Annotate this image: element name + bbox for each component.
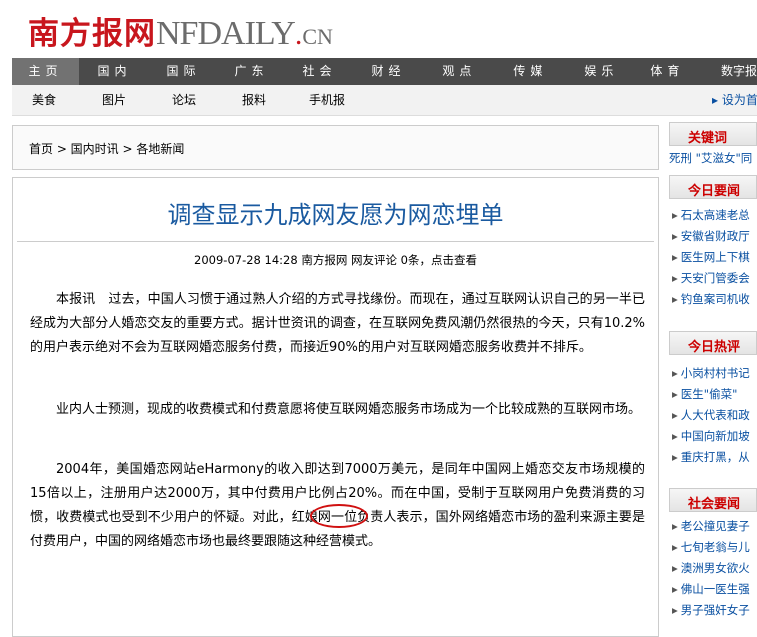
- list-item[interactable]: ▸ 中国向新加坡: [669, 426, 757, 447]
- nav-item-digital-paper[interactable]: 数字报: [698, 58, 757, 85]
- sidebar-social-header: 社会要闻: [669, 488, 757, 512]
- list-item[interactable]: ▸ 男子强奸女子: [669, 600, 757, 621]
- list-item[interactable]: ▸ 天安门管委会: [669, 268, 757, 289]
- primary-nav: 主页 国内 国际 广东 社会 财经 观点 传媒 娱乐 体育 数字报: [12, 58, 757, 85]
- divider: [17, 241, 654, 242]
- nav-item-finance[interactable]: 财经: [353, 58, 424, 85]
- list-item[interactable]: ▸ 小岗村村书记: [669, 363, 757, 384]
- article-paragraph-2: 业内人士预测，现成的收费模式和付费意愿将使互联网婚恋服务市场成为一个比较成熟的互…: [56, 402, 642, 417]
- breadcrumb-text[interactable]: 首页 > 国内时讯 > 各地新闻: [29, 140, 184, 157]
- list-item[interactable]: ▸ 医生网上下棋: [669, 247, 757, 268]
- nav-item-domestic[interactable]: 国内: [79, 58, 150, 85]
- sidebar-social-list: ▸ 老公撞见妻子 ▸ 七旬老翁与儿 ▸ 澳洲男女欲火 ▸ 佛山一医生强 ▸ 男子强奸女子: [669, 516, 757, 621]
- list-item[interactable]: ▸ 澳洲男女欲火: [669, 558, 757, 579]
- logo-english: NFDAILY: [156, 15, 296, 52]
- article-panel: 调查显示九成网友愿为网恋埋单 2009-07-28 14:28 南方报网 网友评…: [12, 177, 659, 637]
- sidebar-today-header: 今日要闻: [669, 175, 757, 199]
- nav-item-guangdong[interactable]: 广东: [217, 58, 286, 85]
- article-paragraph-1: 本报讯 过去，中国人习惯于通过熟人介绍的方式寻找缘份。而现在，通过互联网认识自己…: [30, 292, 645, 355]
- sidebar-keywords-header: 关键词: [669, 122, 757, 146]
- subnav-food[interactable]: 美食: [32, 85, 56, 115]
- nav-item-opinion[interactable]: 观点: [424, 58, 495, 85]
- list-item[interactable]: ▸ 佛山一医生强: [669, 579, 757, 600]
- list-item[interactable]: ▸ 医生"偷菜": [669, 384, 757, 405]
- secondary-nav: 美食 图片 论坛 报料 手机报 ▸ 设为首页: [12, 85, 757, 116]
- subnav-photos[interactable]: 图片: [102, 85, 126, 115]
- subnav-tips[interactable]: 报料: [242, 85, 266, 115]
- site-logo[interactable]: 南方报网NFDAILY.CN: [28, 8, 333, 53]
- nav-item-international[interactable]: 国际: [150, 58, 217, 85]
- logo-chinese: 南方报网: [28, 16, 156, 52]
- list-item[interactable]: ▸ 七旬老翁与儿: [669, 537, 757, 558]
- subnav-forum[interactable]: 论坛: [172, 85, 196, 115]
- nav-item-society[interactable]: 社会: [286, 58, 353, 85]
- list-item[interactable]: ▸ 钓鱼案司机收: [669, 289, 757, 310]
- set-homepage-link[interactable]: ▸ 设为首页: [712, 85, 757, 115]
- logo-suffix: CN: [302, 24, 333, 49]
- sidebar-hot-header: 今日热评: [669, 331, 757, 355]
- article-meta: 2009-07-28 14:28 南方报网 网友评论 0条，点击查看: [194, 253, 477, 267]
- list-item[interactable]: ▸ 安徽省财政厅: [669, 226, 757, 247]
- nav-item-media[interactable]: 传媒: [495, 58, 566, 85]
- nav-item-entertainment[interactable]: 娱乐: [566, 58, 637, 85]
- list-item[interactable]: ▸ 人大代表和政: [669, 405, 757, 426]
- article-title: 调查显示九成网友愿为网恋埋单: [167, 201, 504, 229]
- subnav-mobile-paper[interactable]: 手机报: [309, 85, 345, 115]
- breadcrumb: 首页 > 国内时讯 > 各地新闻: [12, 125, 659, 170]
- sidebar-hot-list: ▸ 小岗村村书记 ▸ 医生"偷菜" ▸ 人大代表和政 ▸ 中国向新加坡 ▸ 重庆打黑，从: [669, 363, 757, 468]
- sidebar-keywords[interactable]: 死刑 "艾滋女"同: [669, 150, 757, 166]
- nav-item-home[interactable]: 主页: [12, 58, 80, 85]
- red-annotation-circle: [310, 504, 368, 528]
- list-item[interactable]: ▸ 重庆打黑，从: [669, 447, 757, 468]
- list-item[interactable]: ▸ 石太高速老总: [669, 205, 757, 226]
- nav-item-sports[interactable]: 体育: [637, 58, 698, 85]
- list-item[interactable]: ▸ 老公撞见妻子: [669, 516, 757, 537]
- sidebar-today-list: ▸ 石太高速老总 ▸ 安徽省财政厅 ▸ 医生网上下棋 ▸ 天安门管委会 ▸ 钓鱼案司机收: [669, 205, 757, 310]
